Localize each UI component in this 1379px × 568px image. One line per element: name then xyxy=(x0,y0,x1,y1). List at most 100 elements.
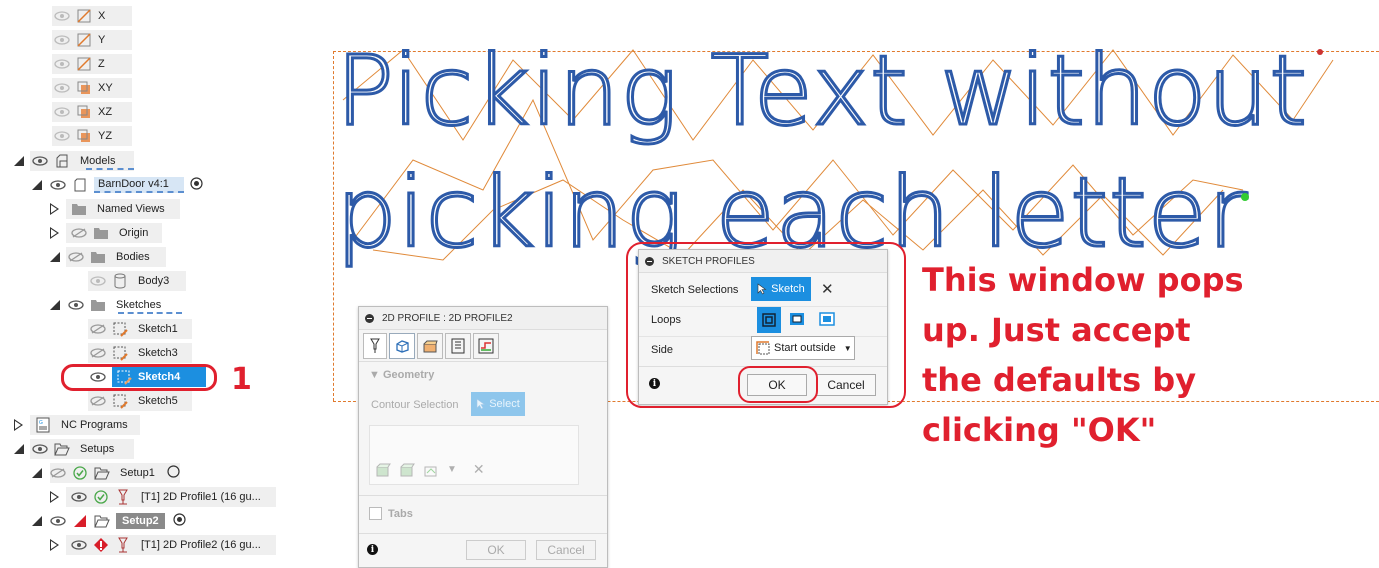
chain-icon[interactable] xyxy=(375,463,391,477)
eye-icon[interactable] xyxy=(54,80,70,96)
tool-icon xyxy=(115,489,131,505)
sketch-point xyxy=(1317,49,1323,55)
tree-item-x-axis[interactable]: X xyxy=(54,6,105,26)
tree-item-sketch5[interactable]: Sketch5 xyxy=(90,391,178,411)
clear-selection-icon[interactable]: ✕ xyxy=(473,461,485,478)
sketch-icon xyxy=(112,321,128,337)
axis-icon xyxy=(76,32,92,48)
tree-item-operation-1[interactable]: [T1] 2D Profile1 (16 gu... xyxy=(50,487,261,507)
tree-label: Sketch3 xyxy=(138,347,178,359)
open-folder-icon xyxy=(54,441,70,457)
collapse-arrow-icon[interactable] xyxy=(50,203,59,215)
tabs-checkbox[interactable] xyxy=(369,507,382,520)
tree-item-operation-2[interactable]: [T1] 2D Profile2 (16 gu... xyxy=(50,535,261,555)
divider xyxy=(359,361,607,362)
dialog-titlebar[interactable]: 2D PROFILE : 2D PROFILE2 xyxy=(359,307,607,330)
profile-dialog: 2D PROFILE : 2D PROFILE2 ▼ Geometry Cont… xyxy=(358,306,608,568)
tree-item-y-axis[interactable]: Y xyxy=(54,30,105,50)
tree-label: Bodies xyxy=(116,251,150,263)
expand-arrow-icon[interactable] xyxy=(14,444,24,454)
eye-icon[interactable] xyxy=(50,513,66,529)
profile-cancel-button[interactable]: Cancel xyxy=(536,540,596,560)
eye-hidden-icon[interactable] xyxy=(71,225,87,241)
tree-label: Setup1 xyxy=(120,467,155,479)
tree-item-xy-plane[interactable]: XY xyxy=(54,78,113,98)
tangent-chain-icon[interactable] xyxy=(399,463,415,477)
eye-icon[interactable] xyxy=(32,441,48,457)
hatch-line xyxy=(118,312,182,314)
open-contour-icon[interactable] xyxy=(423,463,439,477)
eye-hidden-icon[interactable] xyxy=(90,321,106,337)
annotation-text-1: This window pops xyxy=(922,261,1244,299)
info-icon[interactable]: i xyxy=(367,544,378,555)
tab-tool[interactable] xyxy=(363,333,387,359)
eye-icon[interactable] xyxy=(90,273,106,289)
tab-linking[interactable] xyxy=(473,333,499,359)
tab-heights[interactable] xyxy=(417,333,443,359)
tree-item-origin[interactable]: Origin xyxy=(50,223,148,243)
annotation-circle-ok xyxy=(738,366,818,403)
tree-item-body3[interactable]: Body3 xyxy=(90,271,169,291)
tree-item-sketch1[interactable]: Sketch1 xyxy=(90,319,178,339)
eye-hidden-icon[interactable] xyxy=(90,393,106,409)
tree-item-yz-plane[interactable]: YZ xyxy=(54,126,112,146)
collapse-arrow-icon[interactable] xyxy=(14,419,23,431)
tree-item-setups[interactable]: Setups xyxy=(14,439,114,459)
collapse-icon[interactable] xyxy=(365,313,374,323)
open-folder-icon xyxy=(94,513,110,529)
contour-select-button[interactable]: Select xyxy=(471,392,525,416)
eye-hidden-icon[interactable] xyxy=(90,345,106,361)
plane-icon xyxy=(76,104,92,120)
eye-icon[interactable] xyxy=(50,177,66,193)
eye-icon[interactable] xyxy=(54,8,70,24)
geometry-label: Geometry xyxy=(382,369,435,381)
eye-hidden-icon[interactable] xyxy=(68,249,84,265)
tab-geometry[interactable] xyxy=(389,333,415,359)
expand-arrow-icon[interactable] xyxy=(50,252,60,262)
tree-item-bodies[interactable]: Bodies xyxy=(50,247,150,267)
tree-label: BarnDoor v4:1 xyxy=(94,177,184,193)
tree-item-named-views[interactable]: Named Views xyxy=(50,199,165,219)
eye-hidden-icon[interactable] xyxy=(50,465,66,481)
activate-radio-icon[interactable] xyxy=(190,177,203,193)
eye-icon[interactable] xyxy=(68,297,84,313)
tree-item-barndoor-component[interactable]: BarnDoor v4:1 xyxy=(32,175,203,195)
tree-label: Setups xyxy=(80,443,115,455)
open-folder-icon xyxy=(94,465,110,481)
eye-icon[interactable] xyxy=(32,153,48,169)
collapse-arrow-icon[interactable] xyxy=(50,539,59,551)
tree-item-nc-programs[interactable]: G NC Programs xyxy=(14,415,128,435)
active-radio-icon[interactable] xyxy=(173,513,186,529)
tree-item-z-axis[interactable]: Z xyxy=(54,54,105,74)
eye-icon[interactable] xyxy=(71,537,87,553)
tree-item-setup2[interactable]: Setup2 xyxy=(32,511,186,531)
eye-icon[interactable] xyxy=(54,32,70,48)
expand-arrow-icon[interactable] xyxy=(32,516,42,526)
tab-passes[interactable] xyxy=(445,333,471,359)
expand-arrow-icon[interactable] xyxy=(50,300,60,310)
tree-item-sketch3[interactable]: Sketch3 xyxy=(90,343,178,363)
select-button-label: Select xyxy=(489,398,520,410)
folder-icon xyxy=(93,225,109,241)
expand-arrow-icon[interactable] xyxy=(14,156,24,166)
chevron-down-icon[interactable]: ▼ xyxy=(447,464,457,475)
collapse-arrow-icon[interactable] xyxy=(50,227,59,239)
eye-icon[interactable] xyxy=(54,128,70,144)
eye-icon[interactable] xyxy=(54,104,70,120)
tree-item-setup1[interactable]: Setup1 xyxy=(32,463,180,483)
sketch-text-line-1[interactable]: Picking Text without xyxy=(334,35,1308,148)
component-icon xyxy=(72,177,88,193)
tab-strip xyxy=(363,333,499,359)
collapse-arrow-icon[interactable] xyxy=(50,491,59,503)
eye-icon[interactable] xyxy=(71,489,87,505)
geometry-group-header[interactable]: ▼ Geometry xyxy=(369,369,434,381)
activate-radio-icon[interactable] xyxy=(167,465,180,481)
tabs-option[interactable]: Tabs xyxy=(369,507,413,520)
eye-icon[interactable] xyxy=(54,56,70,72)
expand-arrow-icon[interactable] xyxy=(32,468,42,478)
plane-icon xyxy=(76,128,92,144)
profile-ok-button[interactable]: OK xyxy=(466,540,526,560)
tree-label: Models xyxy=(80,155,116,167)
tree-item-xz-plane[interactable]: XZ xyxy=(54,102,112,122)
expand-arrow-icon[interactable] xyxy=(32,180,42,190)
